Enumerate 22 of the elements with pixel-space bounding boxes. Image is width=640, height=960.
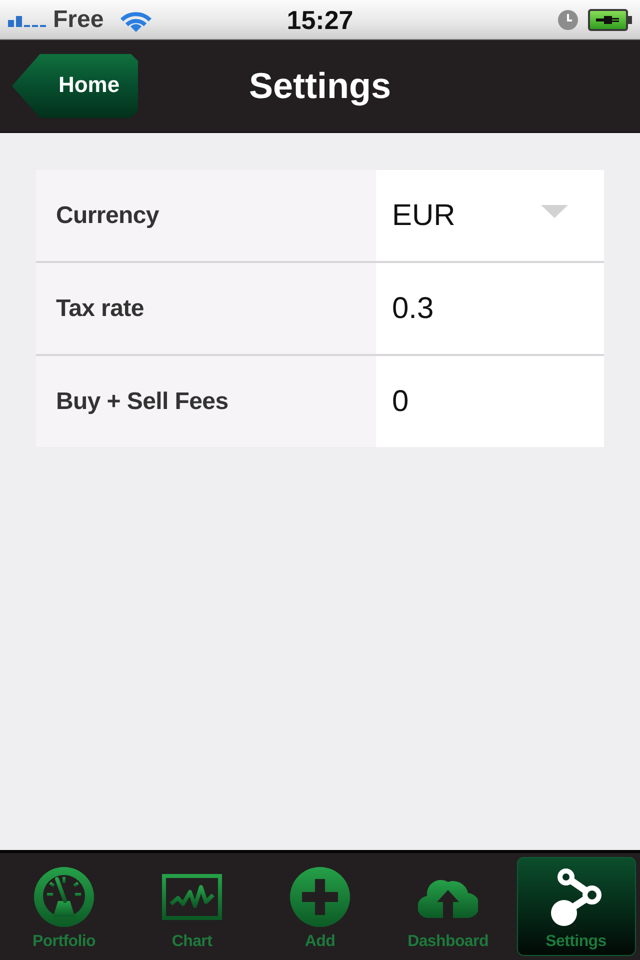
tab[interactable]: Chart — [132, 857, 252, 956]
tab[interactable]: Portfolio — [4, 857, 124, 956]
setting-label: Tax rate — [36, 263, 376, 354]
battery-charging-icon — [588, 8, 632, 30]
line-chart-icon — [162, 874, 222, 920]
tab[interactable]: Dashboard — [388, 857, 508, 956]
input-field[interactable]: 0.3 — [376, 263, 604, 354]
back-button[interactable]: Home — [12, 54, 138, 118]
setting-label: Currency — [36, 170, 376, 261]
gauge-icon — [34, 867, 94, 927]
screen-title: Settings — [248, 65, 391, 107]
plus-circle-icon — [290, 867, 350, 927]
tab[interactable]: Settings — [516, 857, 636, 956]
setting-label: Buy + Sell Fees — [36, 356, 376, 447]
clock-icon — [558, 10, 578, 30]
tab[interactable]: Add — [260, 857, 380, 956]
clock-time: 15:27 — [286, 4, 354, 34]
caret-icon — [541, 205, 568, 218]
dropdown-field[interactable]: EUR — [376, 170, 604, 261]
carrier-name: Free — [53, 6, 104, 34]
connected-nodes-icon — [550, 868, 602, 926]
input-field[interactable]: 0 — [376, 356, 604, 447]
